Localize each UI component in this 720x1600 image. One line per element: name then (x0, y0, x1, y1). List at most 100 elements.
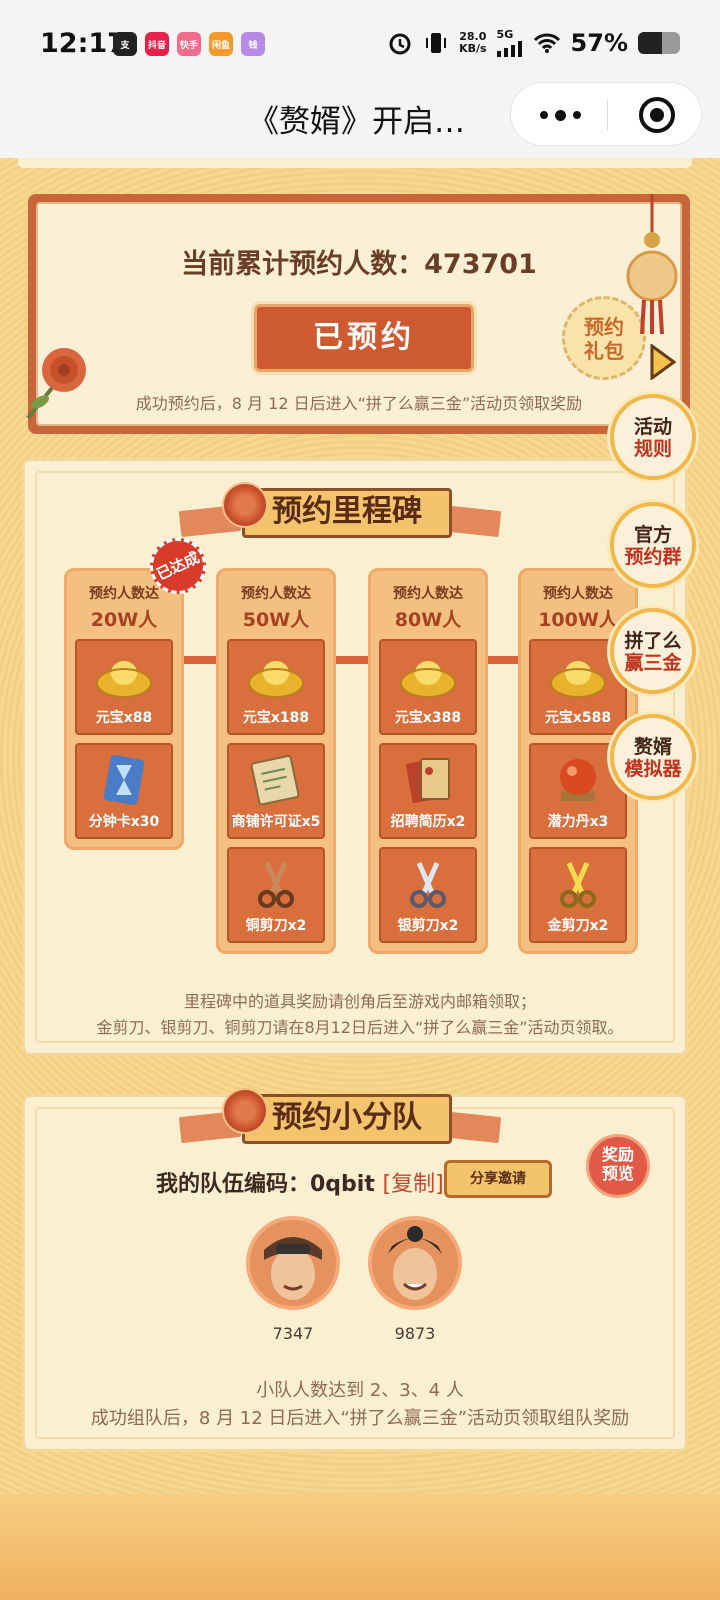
milestone-head-target: 80W人 (394, 609, 462, 631)
milestone-head: 预约人数达 80W人 (379, 571, 477, 639)
milestone-column-80w: 预约人数达 80W人 元宝x388 招聘简历x2 银剪刀x2 (368, 568, 488, 954)
battery-icon (638, 31, 680, 54)
more-options-icon[interactable] (539, 103, 581, 127)
milestone-head: 预约人数达 50W人 (227, 571, 325, 639)
member-portrait-icon (372, 1220, 458, 1306)
cellular-signal: 5G (496, 28, 523, 57)
vibrate-icon (426, 32, 447, 53)
reward-item[interactable]: 铜剪刀x2 (227, 847, 325, 943)
team-code-label: 我的队伍编码：0qbit (156, 1172, 375, 1197)
member-avatar[interactable] (368, 1216, 462, 1310)
side-btn-line2: 赢三金 (624, 652, 682, 674)
milestone-head-target: 100W人 (538, 609, 618, 631)
reward-label: 商铺许可证x5 (231, 814, 321, 830)
milestone-head-label: 预约人数达 (241, 586, 311, 602)
rose-icon (26, 348, 86, 420)
activity-rules-button[interactable]: 活动 规则 (610, 394, 696, 480)
reward-item[interactable]: 商铺许可证x5 (227, 743, 325, 839)
resume-book-icon (406, 758, 450, 803)
official-group-button[interactable]: 官方 预约群 (610, 502, 696, 588)
reward-label: 元宝x388 (394, 710, 462, 726)
reserve-card-inner: 当前累计预约人数：473701 已预约 成功预约后，8 月 12 日后进入“拼了… (26, 202, 682, 426)
net-speed-unit: KB/s (459, 41, 487, 55)
reward-item[interactable]: 银剪刀x2 (379, 847, 477, 943)
reward-item[interactable]: 分钟卡x30 (75, 743, 173, 839)
copy-code-link[interactable]: [复制] (383, 1172, 444, 1197)
kuaishou-notification-icon: 快手 (177, 32, 201, 56)
chain-connector (180, 656, 220, 664)
side-btn-line1: 官方 (633, 524, 672, 546)
member-portrait-icon (250, 1220, 336, 1306)
gift-badge-line2: 礼包 (584, 339, 624, 363)
mini-program-titlebar: 《赘婿》开启… (0, 82, 720, 158)
milestone-title: 预约里程碑 (242, 488, 452, 538)
milestone-column-50w: 预约人数达 50W人 元宝x188 商铺许可证x5 铜剪刀x2 (216, 568, 336, 954)
silver-scissors-icon (410, 861, 446, 908)
pinleme-button[interactable]: 拼了么 赢三金 (610, 608, 696, 694)
wallet-notification-icon: 钱 (241, 32, 265, 56)
douyin-notification-icon: 抖音 (145, 32, 169, 56)
reserve-card: 当前累计预约人数：473701 已预约 成功预约后，8 月 12 日后进入“拼了… (26, 194, 690, 434)
reward-preview-line1: 奖励 (601, 1145, 634, 1164)
milestone-head-target: 20W人 (90, 609, 158, 631)
ribbon-rose-icon (222, 482, 268, 528)
xianyu-notification-icon: 闲鱼 (209, 32, 233, 56)
reserved-button[interactable]: 已预约 (251, 301, 477, 375)
status-indicators: 28.0 KB/s 5G 57% (387, 28, 680, 57)
gold-ingot-icon (550, 661, 606, 698)
reward-label: 铜剪刀x2 (245, 918, 307, 934)
lantern-ornament-icon (626, 194, 678, 334)
team-note-2: 成功组队后，8 月 12 日后进入“拼了么赢三金”活动页领取组队奖励 (90, 1408, 630, 1429)
side-btn-line1: 活动 (633, 416, 672, 438)
network-type: 5G (496, 28, 514, 41)
hourglass-card-icon (103, 755, 145, 805)
page-title: 《赘婿》开启… (248, 104, 465, 140)
reward-preview-button[interactable]: 奖励 预览 (586, 1134, 650, 1198)
milestone-note-2: 金剪刀、银剪刀、铜剪刀请在8月12日后进入“拼了么赢三金”活动页领取。 (96, 1018, 624, 1037)
reward-label: 元宝x588 (544, 710, 612, 726)
reserve-note: 成功预约后，8 月 12 日后进入“拼了么赢三金”活动页领取奖励 (135, 394, 583, 413)
milestone-column-20w: 预约人数达 20W人 元宝x88 分钟卡x30 (64, 568, 184, 850)
reward-item[interactable]: 招聘简历x2 (379, 743, 477, 839)
gold-ingot-icon (96, 661, 152, 698)
side-btn-line2: 规则 (633, 438, 672, 460)
side-btn-line1: 拼了么 (624, 630, 682, 652)
reward-item[interactable]: 元宝x88 (75, 639, 173, 735)
share-invite-button[interactable]: 分享邀请 (444, 1160, 552, 1198)
reward-item[interactable]: 元宝x188 (227, 639, 325, 735)
wifi-icon (533, 33, 560, 53)
close-miniprogram-icon[interactable] (639, 97, 675, 133)
milestone-head: 预约人数达 100W人 (529, 571, 627, 639)
member-name: 7347 (272, 1324, 314, 1343)
milestone-head-label: 预约人数达 (543, 586, 613, 602)
ribbon-rose-icon (222, 1088, 268, 1134)
reward-label: 招聘简历x2 (390, 814, 466, 830)
gold-ingot-icon (248, 661, 304, 698)
signal-icon (496, 41, 522, 57)
reward-preview-line2: 预览 (601, 1164, 634, 1183)
net-speed-value: 28.0 (459, 29, 487, 43)
activity-page[interactable]: 当前累计预约人数：473701 已预约 成功预约后，8 月 12 日后进入“拼了… (0, 158, 720, 1600)
chain-connector (332, 656, 372, 664)
reward-label: 元宝x188 (242, 710, 310, 726)
net-speed: 28.0 KB/s (459, 29, 487, 55)
reward-item[interactable]: 元宝x388 (379, 639, 477, 735)
reward-label: 元宝x88 (95, 710, 153, 726)
battery-percent: 57% (570, 28, 628, 57)
gold-scissors-icon (560, 861, 596, 908)
reward-label: 分钟卡x30 (88, 814, 160, 830)
shop-license-icon (250, 755, 300, 805)
side-btn-line2: 预约群 (624, 546, 682, 568)
reward-label: 金剪刀x2 (547, 918, 609, 934)
reward-label: 银剪刀x2 (397, 918, 459, 934)
expand-arrow-icon[interactable] (648, 344, 676, 380)
member-avatar[interactable] (246, 1216, 340, 1310)
status-bar: 12:17 支 抖音 快手 闲鱼 钱 28.0 KB/s 5G 57% (0, 0, 720, 88)
capsule-divider (607, 99, 608, 131)
reward-item[interactable]: 金剪刀x2 (529, 847, 627, 943)
simulator-button[interactable]: 赘婿 模拟器 (610, 714, 696, 800)
alarm-icon (389, 33, 411, 54)
milestone-note-1: 里程碑中的道具奖励请创角后至游戏内邮箱领取； (183, 992, 536, 1011)
reward-label: 潜力丹x3 (547, 814, 609, 830)
gold-ingot-icon (400, 661, 456, 698)
